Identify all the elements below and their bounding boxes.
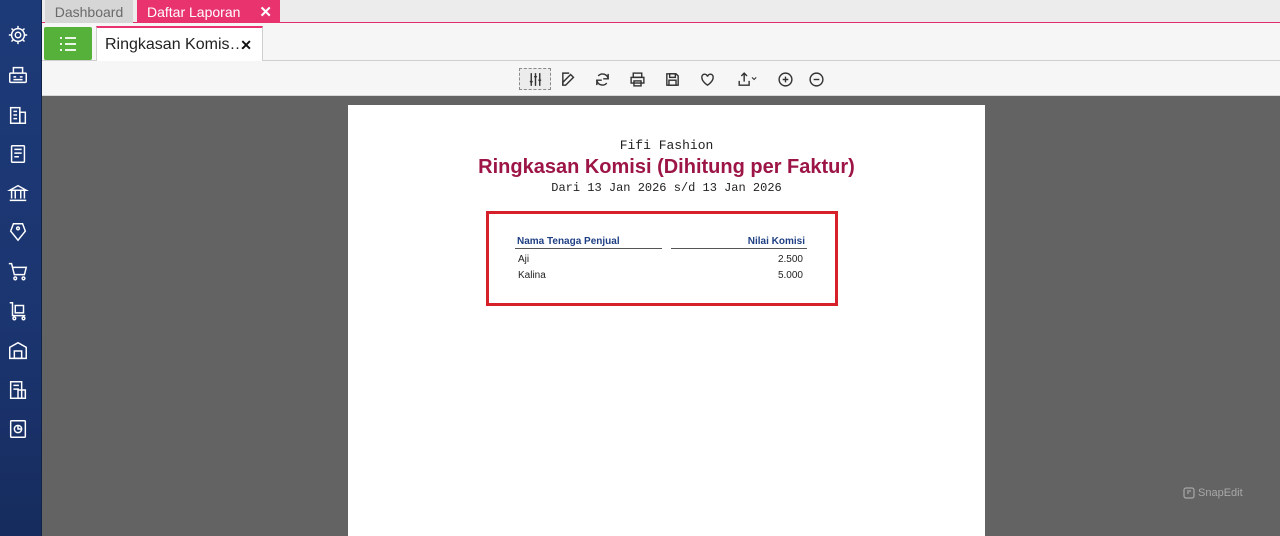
fax-icon[interactable] xyxy=(7,64,29,86)
report-tab-row: Ringkasan Komis… ✕ xyxy=(42,23,1280,62)
favorite-button[interactable] xyxy=(696,68,718,90)
company-name: Fifi Fashion xyxy=(619,138,714,153)
settings-icon[interactable] xyxy=(7,24,29,46)
report-toolbar xyxy=(42,61,1280,96)
filter-sliders-button[interactable] xyxy=(519,68,551,90)
table-row-value: 5.000 xyxy=(777,270,803,281)
zoom-in-button[interactable] xyxy=(774,68,796,90)
header-underline xyxy=(671,248,807,249)
tax-doc-icon[interactable] xyxy=(7,379,29,401)
tab-daftar-laporan-label: Daftar Laporan xyxy=(147,3,241,20)
refresh-button[interactable] xyxy=(591,68,613,90)
save-button[interactable] xyxy=(661,68,683,90)
delivery-cart-icon[interactable] xyxy=(7,300,29,322)
snapedit-logo-icon xyxy=(1183,487,1195,499)
list-menu-button[interactable] xyxy=(44,27,92,60)
column-header-name: Nama Tenaga Penjual xyxy=(517,236,620,247)
table-row-name: Aji xyxy=(518,254,530,265)
edit-button[interactable] xyxy=(557,68,579,90)
list-icon xyxy=(60,36,76,51)
warehouse-icon[interactable] xyxy=(7,340,29,362)
filter-sliders-icon xyxy=(529,72,541,86)
close-icon[interactable]: ✕ xyxy=(240,37,252,54)
export-icon xyxy=(738,71,757,86)
save-icon xyxy=(665,72,679,86)
table-row-value: 2.500 xyxy=(777,254,803,265)
tab-ringkasan-komisi-label: Ringkasan Komis… xyxy=(105,36,246,53)
export-button[interactable] xyxy=(730,68,764,90)
report-viewer[interactable]: Fifi Fashion Ringkasan Komisi (Dihitung … xyxy=(42,96,1280,536)
report-title: Ringkasan Komisi (Dihitung per Faktur) xyxy=(478,156,855,178)
report-period: Dari 13 Jan 2026 s/d 13 Jan 2026 xyxy=(551,181,782,195)
price-tag-icon[interactable] xyxy=(7,221,29,243)
watermark-text: SnapEdit xyxy=(1198,487,1243,499)
cart-icon[interactable] xyxy=(7,260,29,282)
report-page: Fifi Fashion Ringkasan Komisi (Dihitung … xyxy=(348,105,985,536)
print-icon xyxy=(629,71,645,87)
tab-dashboard-label: Dashboard xyxy=(54,3,124,20)
zoom-in-icon xyxy=(777,71,793,87)
watermark: SnapEdit xyxy=(1183,487,1243,499)
print-button[interactable] xyxy=(626,68,648,90)
left-sidebar xyxy=(0,0,42,536)
close-icon[interactable]: ✕ xyxy=(259,3,272,21)
header-underline xyxy=(515,248,662,249)
column-header-value: Nilai Komisi xyxy=(747,236,805,247)
bank-icon[interactable] xyxy=(7,182,29,204)
favorite-heart-icon xyxy=(700,72,714,86)
highlight-box: Nama Tenaga Penjual Nilai Komisi Aji 2.5… xyxy=(486,211,838,306)
edit-icon xyxy=(561,71,574,86)
building-icon[interactable] xyxy=(7,104,29,126)
table-row-name: Kalina xyxy=(518,270,546,281)
tab-daftar-laporan[interactable]: Daftar Laporan ✕ xyxy=(137,0,280,23)
tab-dashboard[interactable]: Dashboard xyxy=(45,0,133,23)
top-tab-strip: Dashboard Daftar Laporan ✕ xyxy=(42,0,1280,23)
book-icon[interactable] xyxy=(7,143,29,165)
zoom-out-button[interactable] xyxy=(805,68,827,90)
tab-ringkasan-komisi[interactable]: Ringkasan Komis… ✕ xyxy=(96,26,263,62)
zoom-out-icon xyxy=(808,71,824,87)
refresh-icon xyxy=(595,72,609,86)
report-icon[interactable] xyxy=(7,418,29,440)
